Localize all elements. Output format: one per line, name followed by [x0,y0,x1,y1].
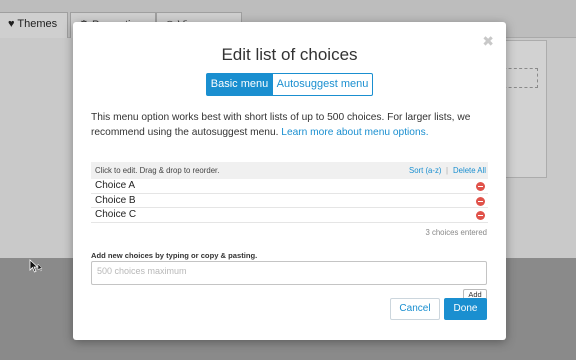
learn-more-link[interactable]: Learn more about menu options. [281,127,428,138]
choices-list: Choice A Choice B Choice C [91,179,488,223]
done-button[interactable]: Done [444,298,487,320]
tab-autosuggest-menu[interactable]: Autosuggest menu [273,73,373,96]
choices-list-header: Click to edit. Drag & drop to reorder. S… [91,162,488,179]
choice-label: Choice B [95,194,136,206]
mouse-cursor-icon [29,259,43,273]
delete-all-link[interactable]: Delete All [453,162,486,179]
menu-description: This menu option works best with short l… [91,111,491,140]
add-choices-input[interactable] [91,261,487,285]
choice-item[interactable]: Choice B [91,194,488,208]
edit-choices-dialog: ✖ Edit list of choices Basic menu Autosu… [73,22,506,340]
remove-choice-icon[interactable] [476,196,485,206]
tab-themes: ♥ Themes [0,12,68,38]
heart-icon: ♥ [8,18,15,30]
menu-type-toggle: Basic menu Autosuggest menu [206,73,373,96]
cancel-button[interactable]: Cancel [390,298,440,320]
choice-label: Choice A [95,180,136,191]
header-separator: | [446,166,449,175]
choice-label: Choice C [95,209,137,220]
sort-az-link[interactable]: Sort (a-z) [409,162,442,179]
add-choices-label: Add new choices by typing or copy & past… [91,251,258,260]
choices-count: 3 choices entered [425,228,487,237]
choice-item[interactable]: Choice C [91,208,488,223]
dialog-title: Edit list of choices [221,45,358,64]
tab-basic-menu[interactable]: Basic menu [206,73,273,96]
remove-choice-icon[interactable] [476,211,485,220]
list-instructions: Click to edit. Drag & drop to reorder. [95,166,220,175]
remove-choice-icon[interactable] [476,182,485,191]
tab-themes-label: Themes [17,18,58,30]
choice-item[interactable]: Choice A [91,179,488,194]
